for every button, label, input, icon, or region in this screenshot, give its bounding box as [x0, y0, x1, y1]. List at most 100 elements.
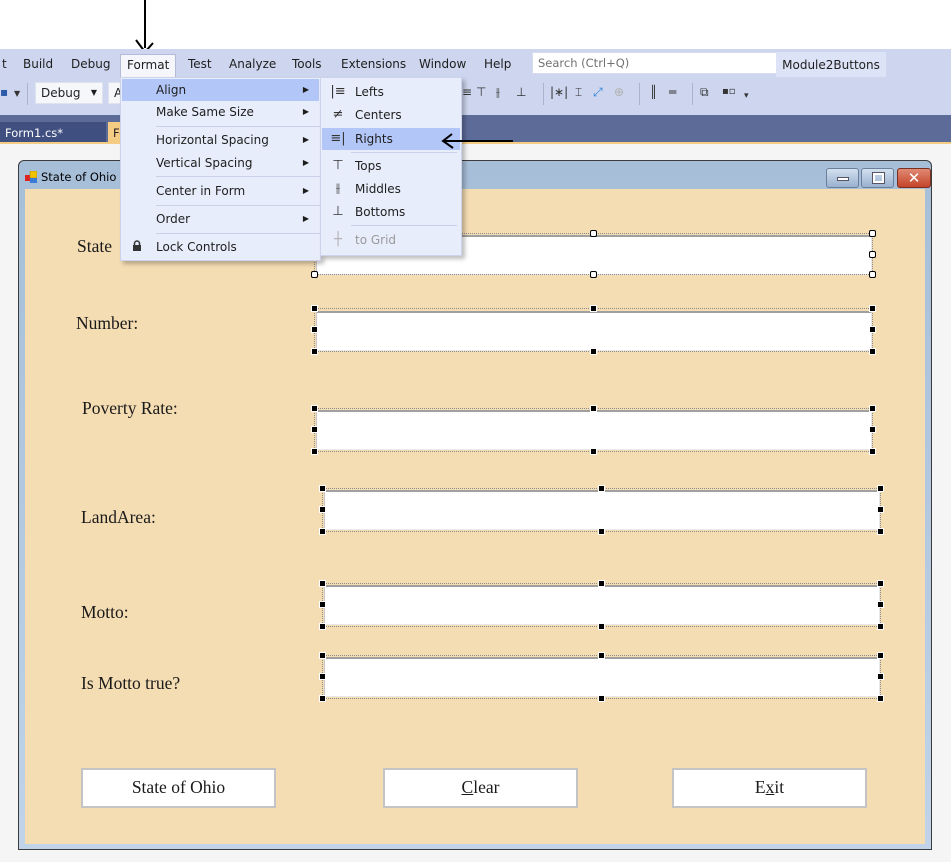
align-bottoms-toolbar-icon[interactable]: ⊥	[516, 85, 526, 99]
resize-handle[interactable]	[590, 405, 597, 412]
resize-handle[interactable]	[877, 695, 884, 702]
form-title-bar: State of Ohio	[25, 170, 116, 184]
menu-file-partial[interactable]: t	[0, 53, 13, 75]
exit-button[interactable]: Exit	[672, 768, 867, 808]
align-tops[interactable]: ⊤ Tops	[322, 155, 460, 177]
minimize-button[interactable]	[826, 168, 859, 188]
resize-handle[interactable]	[877, 601, 884, 608]
resize-handle[interactable]	[877, 506, 884, 513]
menu-extensions[interactable]: Extensions	[335, 53, 412, 75]
menu-window[interactable]: Window	[413, 53, 472, 75]
toolbar-overflow-icon[interactable]: ▾	[744, 89, 749, 103]
resize-handle[interactable]	[319, 506, 326, 513]
textbox-number[interactable]	[316, 311, 872, 351]
tab-form1-cs[interactable]: Form1.cs*	[0, 122, 106, 144]
bring-to-front-icon[interactable]: ⧉	[700, 85, 709, 99]
resize-handle[interactable]	[877, 485, 884, 492]
format-menu-align[interactable]: Align ▶	[122, 79, 319, 101]
resize-handle[interactable]	[590, 348, 597, 355]
resize-handle[interactable]	[319, 601, 326, 608]
resize-handle[interactable]	[869, 405, 876, 412]
resize-handle[interactable]	[311, 426, 318, 433]
resize-handle[interactable]	[869, 271, 876, 278]
search-input[interactable]: Search (Ctrl+Q) ⌕	[532, 52, 798, 74]
align-lefts[interactable]: |≡ Lefts	[322, 81, 460, 103]
resize-handle[interactable]	[877, 673, 884, 680]
state-of-ohio-button[interactable]: State of Ohio	[81, 768, 276, 808]
form-window[interactable]: State of Ohio ✕ State Number: Poverty Ra…	[18, 160, 932, 850]
resize-handle[interactable]	[877, 623, 884, 630]
align-bottoms-icon: ⊥	[332, 204, 344, 219]
resize-handle[interactable]	[590, 230, 597, 237]
format-menu-center-in-form[interactable]: Center in Form ▶	[122, 180, 319, 202]
resize-handle[interactable]	[311, 271, 318, 278]
resize-handle[interactable]	[319, 485, 326, 492]
textbox-land-area[interactable]	[324, 490, 880, 530]
format-menu-lock-controls[interactable]: Lock Controls	[122, 236, 319, 258]
resize-handle[interactable]	[598, 485, 605, 492]
dropdown-arrow-icon[interactable]: ▼	[14, 87, 20, 101]
menu-build[interactable]: Build	[17, 53, 59, 75]
resize-handle[interactable]	[877, 580, 884, 587]
resize-handle[interactable]	[869, 448, 876, 455]
maximize-button[interactable]	[861, 168, 894, 188]
menu-debug[interactable]: Debug	[65, 53, 116, 75]
resize-handle[interactable]	[877, 652, 884, 659]
resize-handle[interactable]	[869, 348, 876, 355]
resize-handle[interactable]	[869, 305, 876, 312]
resize-handle[interactable]	[590, 271, 597, 278]
menu-help[interactable]: Help	[478, 53, 517, 75]
vertical-spacing-icon[interactable]: ═	[669, 85, 676, 99]
resize-handle[interactable]	[590, 305, 597, 312]
align-middles[interactable]: ⫲ Middles	[322, 178, 460, 200]
horizontal-spacing-icon[interactable]: ║	[650, 85, 657, 99]
resize-handle[interactable]	[319, 623, 326, 630]
format-menu-make-same-size[interactable]: Make Same Size ▶	[122, 101, 319, 123]
align-tops-toolbar-icon[interactable]: ⊤	[476, 85, 486, 99]
resize-handle[interactable]	[590, 448, 597, 455]
format-menu-order[interactable]: Order ▶	[122, 208, 319, 230]
resize-handle[interactable]	[598, 652, 605, 659]
format-menu-vertical-spacing[interactable]: Vertical Spacing ▶	[122, 152, 319, 174]
align-centers[interactable]: ≠ Centers	[322, 104, 460, 126]
resize-handle[interactable]	[598, 580, 605, 587]
resize-handle[interactable]	[311, 405, 318, 412]
close-button[interactable]: ✕	[897, 168, 931, 188]
format-menu-horizontal-spacing[interactable]: Horizontal Spacing ▶	[122, 129, 319, 151]
align-middles-toolbar-icon[interactable]: ⫲	[496, 85, 500, 99]
resize-handle[interactable]	[319, 580, 326, 587]
resize-handle[interactable]	[319, 695, 326, 702]
menu-tools[interactable]: Tools	[286, 53, 328, 75]
tab-form1-design[interactable]: Fo	[108, 122, 120, 144]
resize-handle[interactable]	[311, 448, 318, 455]
resize-handle[interactable]	[869, 230, 876, 237]
configuration-combo[interactable]: Debug ▼	[35, 82, 103, 104]
textbox-poverty-rate[interactable]	[316, 410, 872, 450]
send-to-back-icon[interactable]: ▪▫	[722, 85, 736, 99]
resize-handle[interactable]	[869, 426, 876, 433]
clear-button[interactable]: Clear	[383, 768, 578, 808]
menu-test[interactable]: Test	[182, 53, 218, 75]
resize-handle[interactable]	[319, 528, 326, 535]
save-icon[interactable]: ▪	[0, 85, 8, 99]
textbox-motto[interactable]	[324, 585, 880, 625]
align-bottoms[interactable]: ⊥ Bottoms	[322, 201, 460, 223]
resize-handle[interactable]	[598, 623, 605, 630]
make-same-height-icon[interactable]: ⌶	[575, 85, 582, 99]
resize-handle[interactable]	[319, 673, 326, 680]
size-to-grid-icon[interactable]: ⤢	[593, 85, 603, 99]
resize-handle[interactable]	[311, 305, 318, 312]
resize-handle[interactable]	[877, 528, 884, 535]
resize-handle[interactable]	[311, 326, 318, 333]
resize-handle[interactable]	[869, 251, 876, 258]
textbox-is-motto-true[interactable]	[324, 657, 880, 697]
make-same-width-icon[interactable]: |∗|	[550, 85, 568, 99]
resize-handle[interactable]	[598, 695, 605, 702]
menu-analyze[interactable]: Analyze	[223, 53, 282, 75]
align-rights-toolbar-icon[interactable]: ≡	[462, 85, 472, 99]
resize-handle[interactable]	[869, 326, 876, 333]
menu-format[interactable]: Format	[120, 54, 177, 78]
resize-handle[interactable]	[598, 528, 605, 535]
resize-handle[interactable]	[319, 652, 326, 659]
resize-handle[interactable]	[311, 348, 318, 355]
